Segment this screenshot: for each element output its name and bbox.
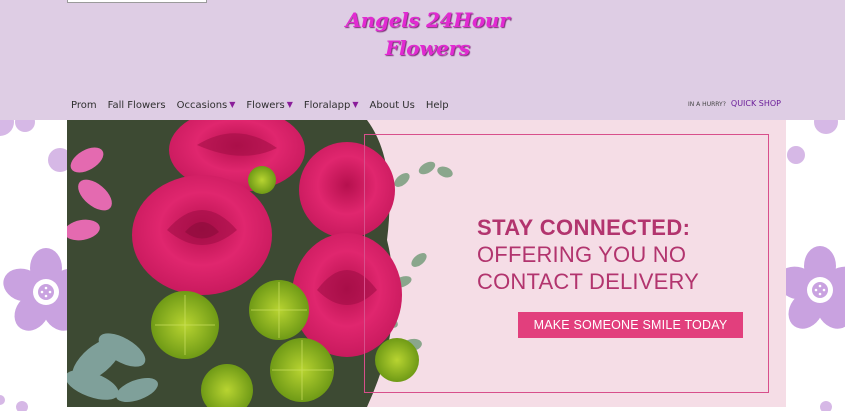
nav-item-fall-flowers[interactable]: Fall Flowers xyxy=(108,100,166,111)
quick-shop-prefix: IN A HURRY? xyxy=(688,101,726,108)
chevron-down-icon: ▼ xyxy=(229,99,236,109)
nav-item-help[interactable]: Help xyxy=(426,100,449,111)
nav-item-floralapp[interactable]: Floralapp ▼ xyxy=(304,100,359,111)
site-logo[interactable]: Angels 24Hour Flowers xyxy=(330,6,525,62)
chevron-down-icon: ▼ xyxy=(286,99,293,109)
main-nav: Prom Fall Flowers Occasions ▼ Flowers ▼ … xyxy=(71,97,460,113)
logo-line-1: Angels 24Hour xyxy=(345,8,510,32)
side-pattern-left xyxy=(0,120,67,411)
flower-pattern-icon xyxy=(0,120,67,411)
nav-item-occasions[interactable]: Occasions ▼ xyxy=(177,100,236,111)
nav-item-label: Fall Flowers xyxy=(107,99,166,111)
nav-item-label: Help xyxy=(425,99,449,111)
nav-item-label: Occasions xyxy=(176,99,228,111)
flower-pattern-icon xyxy=(786,120,845,411)
nav-item-label: Floralapp xyxy=(303,99,351,111)
nav-item-about-us[interactable]: About Us xyxy=(370,100,415,111)
quick-shop: IN A HURRY? QUICK SHOP xyxy=(688,99,781,108)
banner-headline: STAY CONNECTED: xyxy=(477,215,691,240)
banner-subline: OFFERING YOU NO CONTACT DELIVERY xyxy=(477,242,700,294)
hero-banner[interactable]: STAY CONNECTED: OFFERING YOU NO CONTACT … xyxy=(67,120,786,407)
nav-item-label: Flowers xyxy=(246,99,285,111)
logo-line-2: Flowers xyxy=(385,36,470,60)
nav-item-label: About Us xyxy=(369,99,415,111)
nav-item-label: Prom xyxy=(71,99,97,111)
search-input[interactable] xyxy=(67,0,207,3)
nav-item-prom[interactable]: Prom xyxy=(71,100,97,111)
side-pattern-right xyxy=(786,120,845,411)
make-someone-smile-button[interactable]: MAKE SOMEONE SMILE TODAY xyxy=(518,312,743,338)
site-header: Angels 24Hour Flowers Prom Fall Flowers … xyxy=(0,0,845,120)
quick-shop-link[interactable]: QUICK SHOP xyxy=(731,99,781,108)
chevron-down-icon: ▼ xyxy=(352,99,359,109)
nav-item-flowers[interactable]: Flowers ▼ xyxy=(246,100,292,111)
